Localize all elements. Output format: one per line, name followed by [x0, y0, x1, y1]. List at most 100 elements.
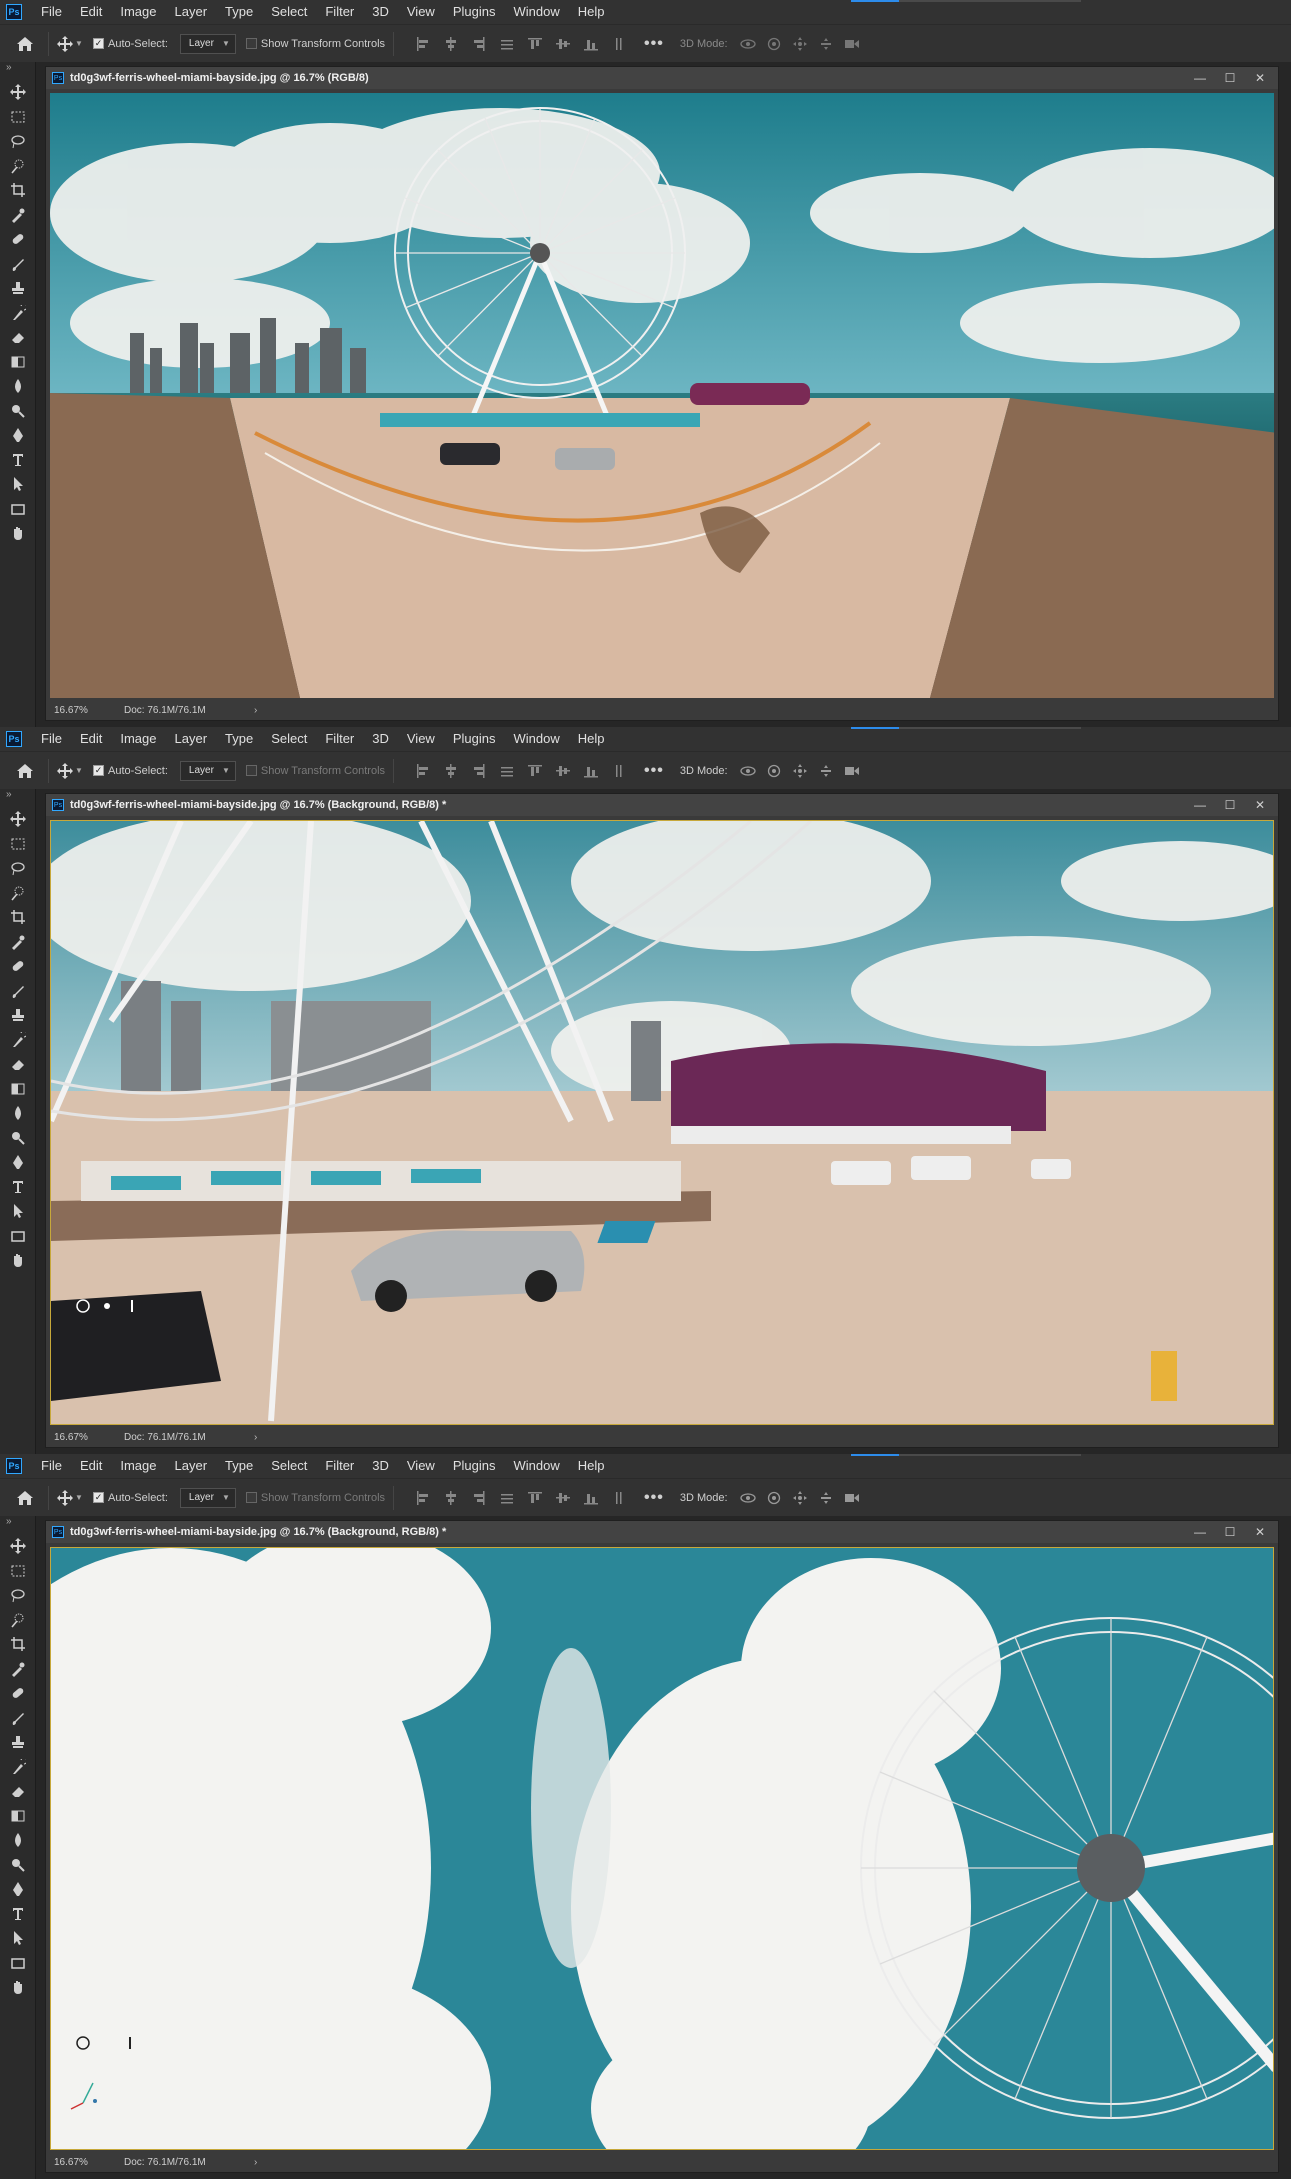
menu-window[interactable]: Window	[504, 0, 568, 24]
marquee-tool-button[interactable]	[8, 834, 28, 854]
history-brush-button[interactable]	[8, 1757, 28, 1777]
menu-select[interactable]: Select	[262, 0, 316, 24]
auto-select-checkbox[interactable]: ✓	[93, 765, 104, 776]
blur-tool-button[interactable]	[8, 1830, 28, 1850]
align-right-button[interactable]	[468, 35, 490, 53]
menu-view[interactable]: View	[398, 0, 444, 24]
image-canvas[interactable]	[50, 1547, 1274, 2150]
align-top-button[interactable]	[524, 762, 546, 780]
minimize-icon[interactable]: —	[1192, 798, 1208, 812]
eraser-tool-button[interactable]	[8, 327, 28, 347]
menu-select[interactable]: Select	[262, 1454, 316, 1478]
brush-tool-button[interactable]	[8, 1708, 28, 1728]
healing-brush-button[interactable]	[8, 229, 28, 249]
menu-type[interactable]: Type	[216, 0, 262, 24]
close-icon[interactable]: ✕	[1252, 1525, 1268, 1539]
eraser-tool-button[interactable]	[8, 1054, 28, 1074]
3d-orbit-button[interactable]	[738, 35, 758, 53]
lasso-tool-button[interactable]	[8, 1585, 28, 1605]
auto-select-checkbox[interactable]: ✓	[93, 38, 104, 49]
menu-select[interactable]: Select	[262, 727, 316, 751]
home-button[interactable]	[10, 756, 40, 786]
menu-type[interactable]: Type	[216, 727, 262, 751]
lasso-tool-button[interactable]	[8, 858, 28, 878]
menu-filter[interactable]: Filter	[316, 1454, 363, 1478]
close-icon[interactable]: ✕	[1252, 71, 1268, 85]
align-hcenter-button[interactable]	[440, 1489, 462, 1507]
document-tab[interactable]: Ps td0g3wf-ferris-wheel-miami-bayside.jp…	[46, 1521, 1278, 1543]
dodge-tool-button[interactable]	[8, 1855, 28, 1875]
align-vcenter-button[interactable]	[552, 1489, 574, 1507]
menu-3d[interactable]: 3D	[363, 0, 398, 24]
menu-3d[interactable]: 3D	[363, 1454, 398, 1478]
distribute-vertical-button[interactable]	[608, 762, 630, 780]
align-hcenter-button[interactable]	[440, 762, 462, 780]
menu-type[interactable]: Type	[216, 1454, 262, 1478]
3d-pan-button[interactable]	[790, 1489, 810, 1507]
image-canvas[interactable]	[50, 93, 1274, 698]
distribute-vertical-button[interactable]	[608, 35, 630, 53]
menu-help[interactable]: Help	[569, 0, 614, 24]
more-options-button[interactable]: •••	[644, 1489, 664, 1507]
healing-brush-button[interactable]	[8, 1683, 28, 1703]
history-brush-button[interactable]	[8, 1030, 28, 1050]
image-canvas[interactable]	[50, 820, 1274, 1425]
align-bottom-button[interactable]	[580, 35, 602, 53]
rectangle-tool-button[interactable]	[8, 499, 28, 519]
align-left-button[interactable]	[412, 35, 434, 53]
gradient-tool-button[interactable]	[8, 352, 28, 372]
type-tool-button[interactable]	[8, 1177, 28, 1197]
marquee-tool-button[interactable]	[8, 107, 28, 127]
clone-stamp-button[interactable]	[8, 1005, 28, 1025]
type-tool-button[interactable]	[8, 1904, 28, 1924]
more-options-button[interactable]: •••	[644, 762, 664, 780]
distribute-button[interactable]	[496, 762, 518, 780]
3d-scale-button[interactable]	[842, 1489, 862, 1507]
status-menu-arrow-icon[interactable]: ›	[254, 705, 257, 716]
menu-edit[interactable]: Edit	[71, 0, 111, 24]
3d-roll-button[interactable]	[764, 1489, 784, 1507]
menu-layer[interactable]: Layer	[166, 0, 217, 24]
maximize-icon[interactable]: ☐	[1222, 798, 1238, 812]
document-tab[interactable]: Ps td0g3wf-ferris-wheel-miami-bayside.jp…	[46, 67, 1278, 89]
move-tool-preset-button[interactable]: ▼	[57, 760, 83, 782]
menu-help[interactable]: Help	[569, 1454, 614, 1478]
menu-file[interactable]: File	[32, 0, 71, 24]
3d-orbit-button[interactable]	[738, 762, 758, 780]
auto-select-target-dropdown[interactable]: Layer ▼	[179, 760, 236, 781]
menu-image[interactable]: Image	[111, 0, 165, 24]
blur-tool-button[interactable]	[8, 376, 28, 396]
distribute-vertical-button[interactable]	[608, 1489, 630, 1507]
menu-window[interactable]: Window	[504, 1454, 568, 1478]
quick-select-tool-button[interactable]	[8, 883, 28, 903]
menu-3d[interactable]: 3D	[363, 727, 398, 751]
3d-slide-button[interactable]	[816, 762, 836, 780]
zoom-level[interactable]: 16.67%	[54, 2157, 124, 2168]
eraser-tool-button[interactable]	[8, 1781, 28, 1801]
type-tool-button[interactable]	[8, 450, 28, 470]
menu-image[interactable]: Image	[111, 1454, 165, 1478]
3d-pan-button[interactable]	[790, 35, 810, 53]
move-tool-preset-button[interactable]: ▼	[57, 33, 83, 55]
dodge-tool-button[interactable]	[8, 401, 28, 421]
crop-tool-button[interactable]	[8, 907, 28, 927]
menu-image[interactable]: Image	[111, 727, 165, 751]
align-right-button[interactable]	[468, 1489, 490, 1507]
clone-stamp-button[interactable]	[8, 1732, 28, 1752]
history-brush-button[interactable]	[8, 303, 28, 323]
crop-tool-button[interactable]	[8, 180, 28, 200]
eyedropper-tool-button[interactable]	[8, 932, 28, 952]
healing-brush-button[interactable]	[8, 956, 28, 976]
status-menu-arrow-icon[interactable]: ›	[254, 1432, 257, 1443]
menu-edit[interactable]: Edit	[71, 727, 111, 751]
more-options-button[interactable]: •••	[644, 35, 664, 53]
3d-scale-button[interactable]	[842, 762, 862, 780]
lasso-tool-button[interactable]	[8, 131, 28, 151]
show-transform-checkbox[interactable]	[245, 38, 257, 49]
blur-tool-button[interactable]	[8, 1103, 28, 1123]
menu-plugins[interactable]: Plugins	[444, 1454, 505, 1478]
menu-file[interactable]: File	[32, 727, 71, 751]
marquee-tool-button[interactable]	[8, 1561, 28, 1581]
align-hcenter-button[interactable]	[440, 35, 462, 53]
brush-tool-button[interactable]	[8, 981, 28, 1001]
